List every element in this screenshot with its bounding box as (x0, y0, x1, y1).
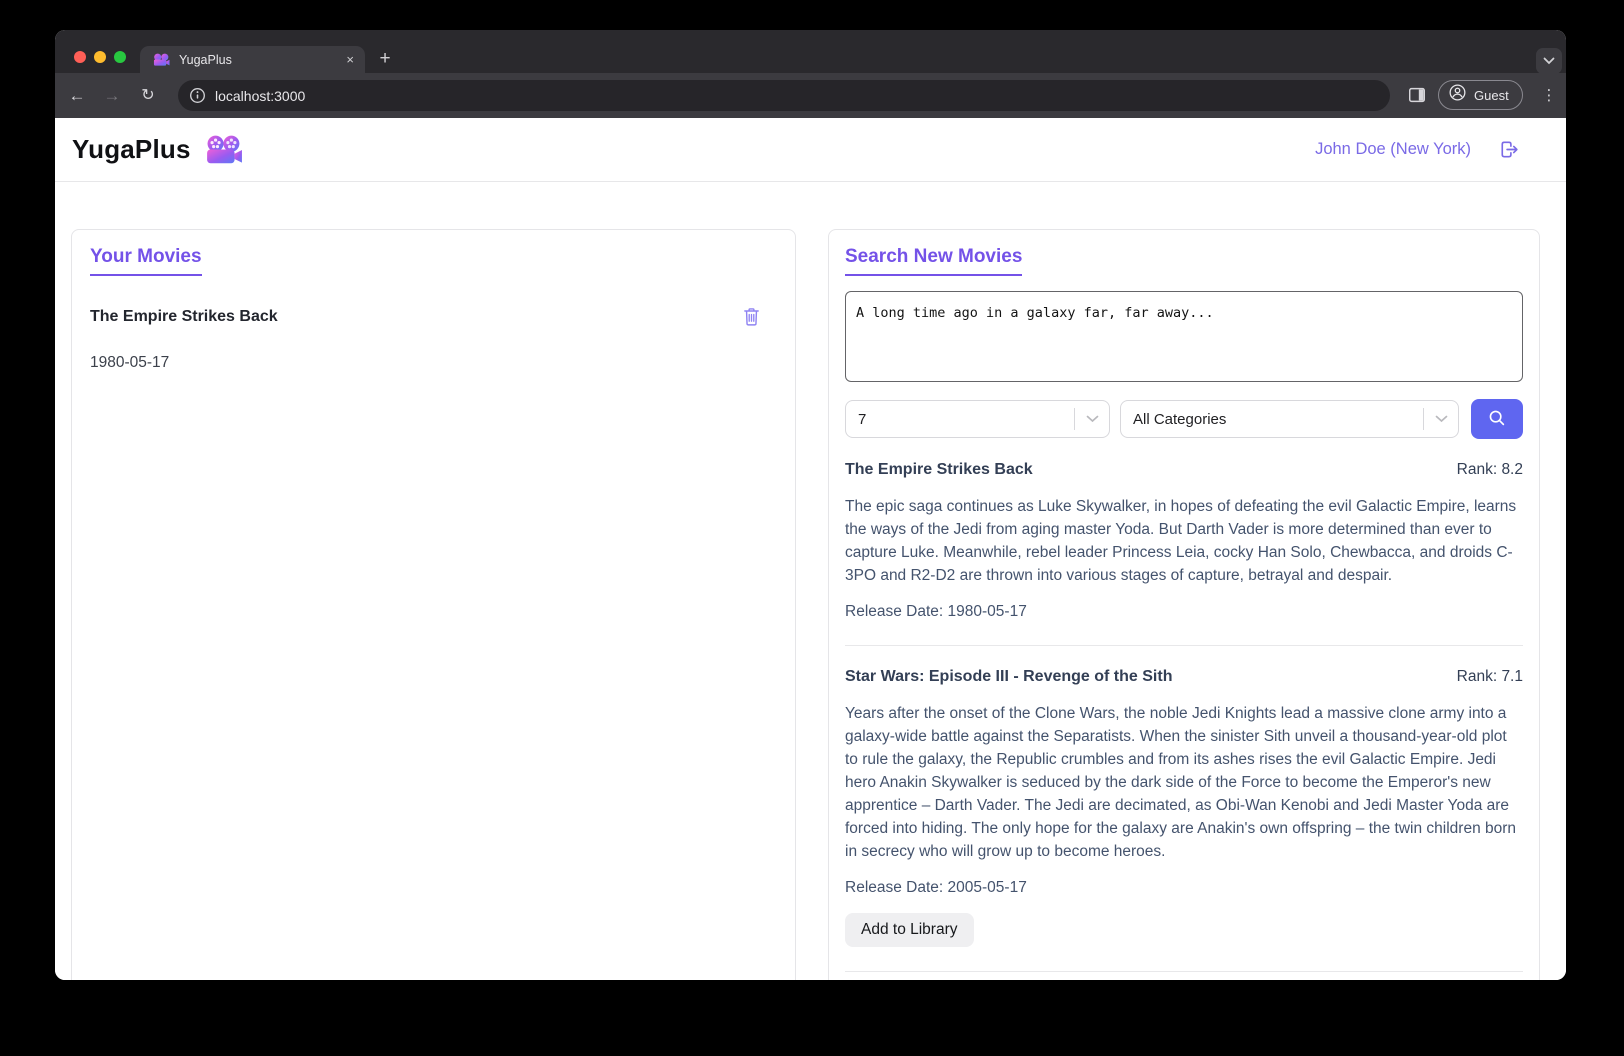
tab-favicon-camera-icon (153, 53, 170, 67)
chevron-down-icon (1075, 415, 1109, 423)
your-movies-panel: Your Movies The Empire Strikes Back 1980… (71, 229, 796, 980)
new-tab-button[interactable]: + (373, 47, 397, 71)
browser-toolbar: ← → ↻ localhost:3000 (55, 73, 1566, 118)
app-title: YugaPlus (72, 134, 191, 165)
search-controls: 7 All Categories (845, 399, 1523, 439)
search-result: Star Wars: Episode III - Revenge of the … (845, 668, 1523, 947)
result-title: The Empire Strikes Back (845, 461, 1033, 479)
result-count-select[interactable]: 7 (845, 400, 1110, 438)
library-movie-row: The Empire Strikes Back (90, 306, 777, 327)
user-name-label: John Doe (New York) (1315, 140, 1471, 159)
result-divider (845, 645, 1523, 646)
search-button[interactable] (1471, 399, 1523, 439)
search-panel: Search New Movies A long time ago in a g… (828, 229, 1540, 980)
search-heading: Search New Movies (845, 246, 1022, 276)
profile-button[interactable]: Guest (1438, 80, 1523, 110)
tab-search-button[interactable] (1536, 48, 1562, 74)
browser-menu-icon[interactable]: ⋮ (1539, 82, 1559, 110)
result-release-date: Release Date: 1980-05-17 (845, 603, 1523, 621)
zoom-window-button[interactable] (114, 51, 126, 63)
close-window-button[interactable] (74, 51, 86, 63)
profile-avatar-icon (1448, 83, 1467, 107)
result-description: The epic saga continues as Luke Skywalke… (845, 495, 1523, 587)
category-value: All Categories (1121, 411, 1423, 428)
result-description: Years after the onset of the Clone Wars,… (845, 702, 1523, 863)
browser-window: YugaPlus × + ← → ↻ localhost:3000 (55, 30, 1566, 980)
url-text: localhost:3000 (215, 88, 305, 104)
result-release-date: Release Date: 2005-05-17 (845, 879, 1523, 897)
search-result: The Empire Strikes Back Rank: 8.2 The ep… (845, 461, 1523, 621)
tab-title: YugaPlus (179, 53, 346, 67)
forward-button[interactable]: → (98, 82, 126, 110)
delete-movie-trash-icon[interactable] (742, 306, 761, 327)
result-title: Star Wars: Episode III - Revenge of the … (845, 668, 1172, 686)
library-movie-date: 1980-05-17 (90, 354, 777, 372)
side-panel-icon[interactable] (1407, 85, 1427, 105)
search-query-textarea[interactable]: A long time ago in a galaxy far, far awa… (845, 291, 1523, 382)
minimize-window-button[interactable] (94, 51, 106, 63)
tab-close-icon[interactable]: × (346, 52, 354, 67)
result-rank: Rank: 7.1 (1457, 668, 1523, 686)
browser-tab[interactable]: YugaPlus × (140, 46, 365, 73)
tab-strip: YugaPlus × + (55, 30, 1566, 73)
your-movies-heading: Your Movies (90, 246, 202, 276)
chevron-down-icon (1424, 415, 1458, 423)
chevron-down-icon (1543, 52, 1555, 70)
result-rank: Rank: 8.2 (1457, 461, 1523, 479)
search-icon (1487, 408, 1507, 431)
add-to-library-button[interactable]: Add to Library (845, 913, 974, 947)
reload-button[interactable]: ↻ (134, 82, 162, 110)
logout-icon[interactable] (1497, 138, 1520, 161)
address-bar[interactable]: localhost:3000 (178, 80, 1390, 111)
app-header: YugaPlus John Doe (New York) (55, 118, 1566, 182)
library-movie-title: The Empire Strikes Back (90, 308, 278, 326)
result-count-value: 7 (846, 411, 1074, 428)
result-divider (845, 971, 1523, 972)
page-content: YugaPlus John Doe (New York) (55, 118, 1566, 980)
movie-camera-icon (205, 135, 243, 165)
guest-label: Guest (1474, 88, 1509, 103)
back-button[interactable]: ← (63, 82, 91, 110)
category-select[interactable]: All Categories (1120, 400, 1459, 438)
site-info-icon[interactable] (189, 87, 206, 104)
